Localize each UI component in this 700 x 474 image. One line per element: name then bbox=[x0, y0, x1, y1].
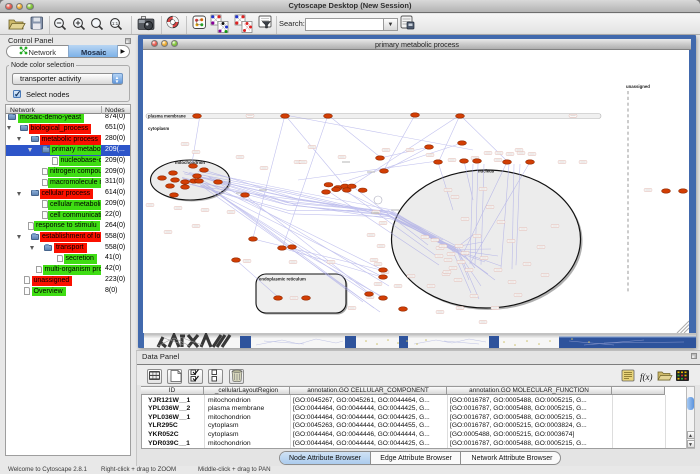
svg-text:unassigned: unassigned bbox=[626, 84, 650, 89]
svg-text:cytoplasm: cytoplasm bbox=[148, 126, 169, 131]
svg-text:f(x): f(x) bbox=[640, 372, 653, 382]
svg-text:plasma membrane: plasma membrane bbox=[148, 114, 186, 119]
svg-text:nucleus: nucleus bbox=[478, 169, 495, 174]
svg-text:endoplasmic reticulum: endoplasmic reticulum bbox=[259, 277, 306, 282]
svg-text:1:1: 1:1 bbox=[112, 21, 119, 26]
